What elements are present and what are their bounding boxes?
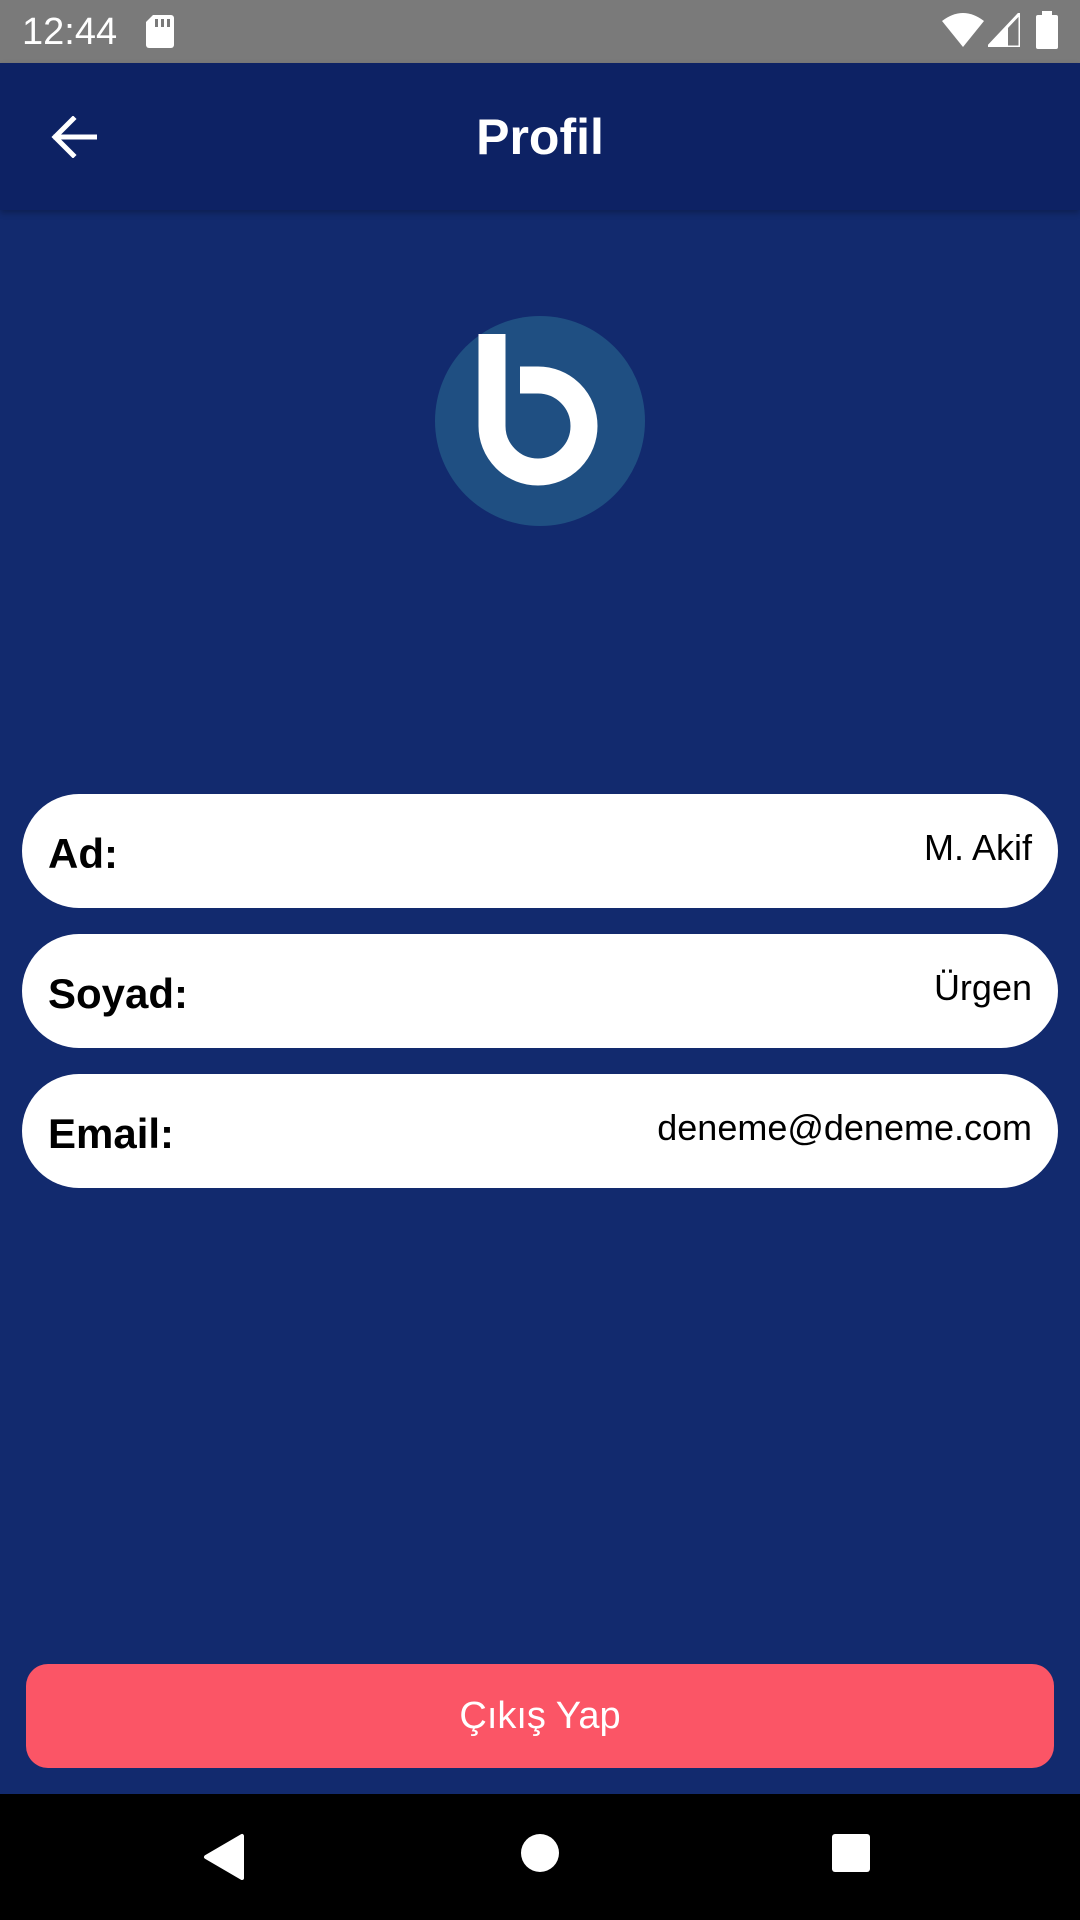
profile-screen: 12:44 Profil Ad: M. Akif Soyad: Ürgen Em…	[0, 0, 1080, 1920]
last-name-label: Soyad:	[48, 970, 189, 1017]
battery-icon	[1036, 11, 1058, 49]
top-app-bar: Profil	[0, 63, 1080, 210]
email-row: Email: deneme@deneme.com	[22, 1074, 1058, 1188]
signal-icon	[988, 13, 1020, 47]
email-label: Email:	[48, 1110, 175, 1157]
arrow-left-icon	[51, 116, 97, 158]
email-value: deneme@deneme.com	[657, 1107, 1032, 1148]
last-name-row: Soyad: Ürgen	[22, 934, 1058, 1048]
first-name-label: Ad:	[48, 830, 118, 877]
last-name-value: Ürgen	[933, 967, 1032, 1008]
sd-card-icon	[146, 15, 174, 48]
brand-logo-icon	[435, 316, 645, 526]
logout-button[interactable]: Çıkış Yap	[26, 1664, 1054, 1768]
status-time: 12:44	[22, 11, 118, 53]
navigation-bar	[0, 1794, 1080, 1920]
back-button[interactable]	[28, 99, 120, 175]
wifi-icon	[942, 13, 984, 47]
status-bar: 12:44	[0, 0, 1080, 63]
nav-home-icon[interactable]	[519, 1832, 561, 1874]
first-name-value: M. Akif	[923, 827, 1032, 868]
page-title: Profil	[476, 108, 604, 165]
nav-recents-icon[interactable]	[831, 1832, 871, 1874]
nav-back-icon[interactable]	[202, 1832, 246, 1882]
first-name-row: Ad: M. Akif	[22, 794, 1058, 908]
